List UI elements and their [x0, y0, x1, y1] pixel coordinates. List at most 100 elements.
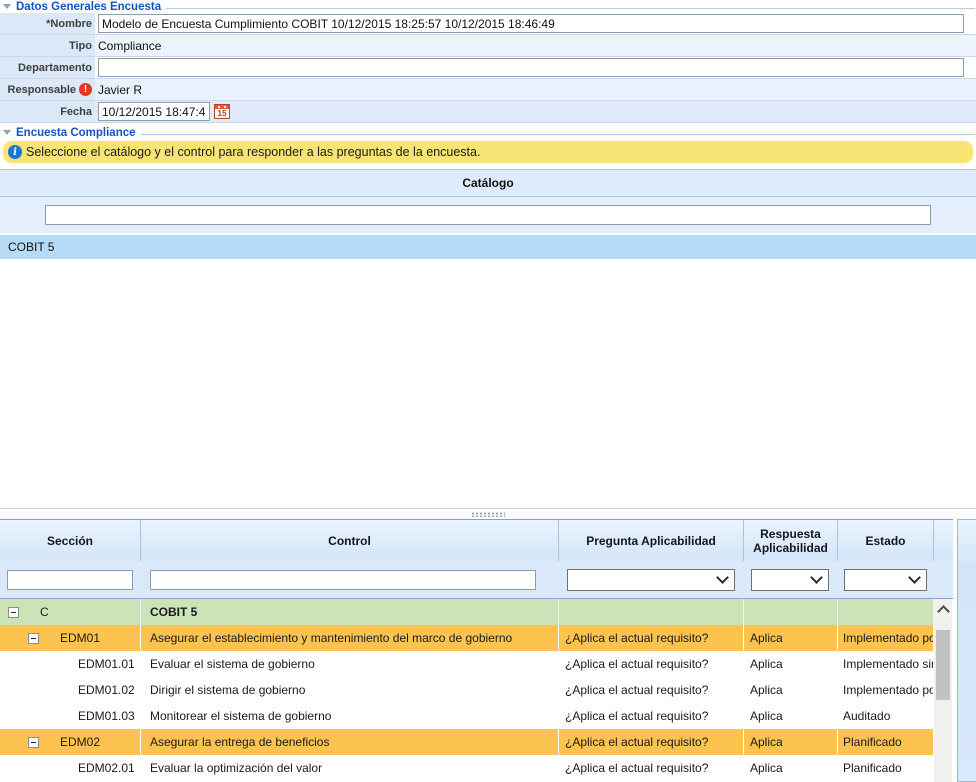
cell-respuesta: [744, 599, 838, 625]
cell-respuesta: Aplica: [744, 677, 838, 703]
column-header-gutter: [934, 520, 953, 561]
filter-pregunta-select[interactable]: [567, 569, 735, 591]
controls-grid: Sección Control Pregunta Aplicabilidad R…: [0, 519, 953, 782]
grid-row-c[interactable]: C COBIT 5: [0, 599, 934, 625]
filter-estado-select[interactable]: [844, 569, 927, 591]
collapse-minus-icon[interactable]: [28, 633, 39, 644]
column-header-control[interactable]: Control: [141, 520, 559, 561]
column-header-pregunta[interactable]: Pregunta Aplicabilidad: [559, 520, 744, 561]
seccion-text: EDM01.01: [78, 657, 135, 671]
cell-seccion: EDM01: [0, 625, 141, 651]
section-rule: [166, 8, 975, 9]
collapse-minus-icon[interactable]: [28, 737, 39, 748]
column-header-respuesta[interactable]: Respuesta Aplicabilidad: [744, 520, 838, 561]
grid-row-edm01.02[interactable]: EDM01.02 Dirigir el sistema de gobierno¿A…: [0, 677, 934, 703]
catalog-filter-input[interactable]: [45, 205, 931, 225]
collapse-arrow-icon[interactable]: [3, 130, 11, 135]
cell-seccion: EDM01.03: [0, 703, 141, 729]
scrollbar-thumb[interactable]: [936, 630, 950, 700]
cell-pregunta: ¿Aplica el actual requisito?: [559, 625, 744, 651]
cell-respuesta: Aplica: [744, 755, 838, 781]
cell-respuesta: Aplica: [744, 651, 838, 677]
cell-seccion: EDM02: [0, 729, 141, 755]
collapse-arrow-icon[interactable]: [3, 4, 11, 9]
cell-estado: Planificado: [838, 729, 934, 755]
cell-estado: [838, 599, 934, 625]
info-icon: i: [8, 145, 22, 159]
filter-control-input[interactable]: [150, 570, 536, 590]
grid-header: Sección Control Pregunta Aplicabilidad R…: [0, 519, 953, 561]
vertical-scrollbar[interactable]: [934, 599, 952, 782]
catalog-item[interactable]: COBIT 5: [0, 235, 976, 259]
cell-pregunta: ¿Aplica el actual requisito?: [559, 651, 744, 677]
cell-control: Asegurar la entrega de beneficios: [141, 729, 559, 755]
seccion-text: C: [40, 605, 49, 619]
grid-zone: Sección Control Pregunta Aplicabilidad R…: [0, 519, 976, 782]
section-title: Encuesta Compliance: [16, 127, 136, 139]
seccion-text: EDM02: [60, 735, 100, 749]
cell-estado: Auditado: [838, 703, 934, 729]
grid-row-edm01[interactable]: EDM01 Asegurar el establecimiento y mante…: [0, 625, 934, 651]
cell-estado: Implementado sin: [838, 651, 934, 677]
cell-estado: Implementado por: [838, 625, 934, 651]
nombre-input[interactable]: [98, 14, 964, 33]
seccion-text: EDM01: [60, 631, 100, 645]
collapse-minus-icon[interactable]: [8, 607, 19, 618]
seccion-text: EDM01.03: [78, 709, 135, 723]
cell-pregunta: ¿Aplica el actual requisito?: [559, 729, 744, 755]
catalog-header: Catálogo: [0, 169, 976, 197]
tipo-value: Compliance: [95, 35, 976, 56]
tipo-label: Tipo: [0, 35, 95, 56]
section-header-encuesta-compliance: Encuesta Compliance: [0, 126, 976, 139]
section-rule: [141, 134, 975, 135]
form-row-fecha: Fecha 15: [0, 101, 976, 123]
horizontal-splitter[interactable]: [0, 508, 976, 519]
grid-row-edm01.01[interactable]: EDM01.01Evaluar el sistema de gobierno¿A…: [0, 651, 934, 677]
column-header-seccion[interactable]: Sección: [0, 520, 141, 561]
seccion-text: EDM01.02: [78, 683, 135, 697]
cell-respuesta: Aplica: [744, 729, 838, 755]
cell-pregunta: ¿Aplica el actual requisito?: [559, 677, 744, 703]
column-header-estado[interactable]: Estado: [838, 520, 934, 561]
cell-control: Monitorear el sistema de gobierno: [141, 703, 559, 729]
grid-row-edm02[interactable]: EDM02 Asegurar la entrega de beneficios¿A…: [0, 729, 934, 755]
splitter-handle-icon[interactable]: [471, 512, 505, 517]
chevron-down-icon: [810, 571, 823, 584]
cell-pregunta: ¿Aplica el actual requisito?: [559, 703, 744, 729]
info-banner-text: Seleccione el catálogo y el control para…: [26, 145, 480, 159]
fecha-input[interactable]: [98, 102, 210, 121]
form-row-departamento: Departamento: [0, 57, 976, 79]
cell-control: Dirigir el sistema de gobierno: [141, 677, 559, 703]
nombre-label: *Nombre: [0, 13, 95, 34]
info-banner: i Seleccione el catálogo y el control pa…: [3, 141, 973, 163]
chevron-down-icon: [908, 571, 921, 584]
required-warning-icon: !: [79, 83, 92, 96]
right-side-panel: [957, 519, 976, 782]
page: Datos Generales Encuesta *Nombre Tipo Co…: [0, 0, 976, 782]
filter-respuesta-select[interactable]: [751, 569, 829, 591]
catalog-list: COBIT 5: [0, 233, 976, 259]
scroll-up-icon[interactable]: [937, 605, 950, 618]
grid-row-edm01.03[interactable]: EDM01.03 Monitorear el sistema de gobiern…: [0, 703, 934, 729]
grid-body: C COBIT 5 EDM01 Asegurar el establecimiento…: [0, 599, 953, 782]
calendar-icon[interactable]: 15: [214, 104, 230, 119]
cell-pregunta: ¿Aplica el actual requisito?: [559, 755, 744, 781]
grid-filter-row: [0, 561, 953, 599]
responsable-value: Javier R: [95, 79, 976, 100]
cell-pregunta: [559, 599, 744, 625]
responsable-label-text: Responsable: [8, 84, 76, 96]
filter-seccion-input[interactable]: [7, 570, 133, 590]
section-title: Datos Generales Encuesta: [16, 1, 161, 13]
grid-row-edm02.01[interactable]: EDM02.01Evaluar la optimización del valo…: [0, 755, 934, 781]
cell-seccion: EDM01.02: [0, 677, 141, 703]
form-row-responsable: Responsable ! Javier R: [0, 79, 976, 101]
cell-control: COBIT 5: [141, 599, 559, 625]
departamento-input[interactable]: [98, 58, 964, 77]
fecha-label: Fecha: [0, 101, 95, 122]
cell-seccion: C: [0, 599, 141, 625]
departamento-label: Departamento: [0, 57, 95, 78]
form-row-tipo: Tipo Compliance: [0, 35, 976, 57]
grid-rows: C COBIT 5 EDM01 Asegurar el establecimiento…: [0, 599, 934, 781]
cell-control: Asegurar el establecimiento y mantenimie…: [141, 625, 559, 651]
section-header-datos-generales: Datos Generales Encuesta: [0, 0, 976, 13]
